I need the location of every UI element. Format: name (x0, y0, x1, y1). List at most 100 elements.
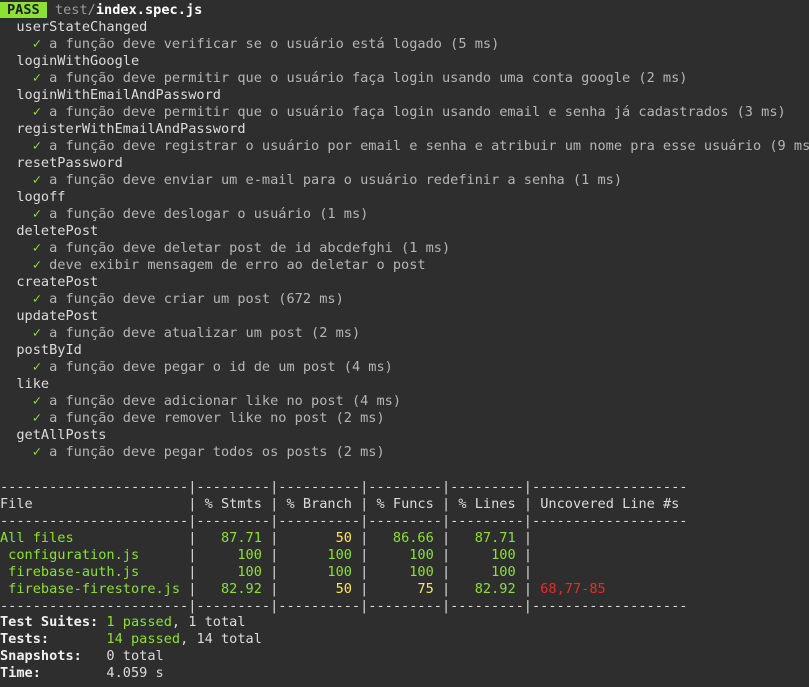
test-case-text: a função deve registrar o usuário por em… (49, 138, 809, 154)
cell-stmts: 100 (196, 564, 271, 580)
suite-name: deletePost (0, 223, 98, 240)
suite-name-text: updatePost (16, 308, 99, 324)
test-case: ✓ a função deve permitir que o usuário f… (0, 70, 688, 87)
suite-name-text: logoff (16, 189, 66, 205)
cell-funcs: 100 (368, 564, 442, 580)
cell-file: firebase-firestore.js (0, 581, 189, 597)
suite-name: updatePost (0, 308, 98, 325)
test-case: ✓ a função deve permitir que o usuário f… (0, 104, 786, 121)
summary-tests-passed: 14 passed (106, 631, 181, 647)
check-icon: ✓ (32, 393, 41, 409)
test-case: ✓ deve exibir mensagem de erro ao deleta… (0, 257, 426, 274)
suite-name-text: deletePost (16, 223, 99, 239)
coverage-row: All files | 87.71 | 50 | 86.66 | 87.71 | (0, 530, 540, 547)
test-case-text: a função deve deslogar o usuário (1 ms) (49, 206, 369, 222)
cell-funcs: % Funcs (368, 496, 442, 512)
suite-name: postById (0, 342, 82, 359)
coverage-row: firebase-auth.js | 100 | 100 | 100 | 100… (0, 564, 540, 581)
summary-tests-label: Tests: (0, 631, 50, 647)
coverage-separator: -----------------------|---------|------… (0, 513, 688, 529)
coverage-header-row: File | % Stmts | % Branch | % Funcs | % … (0, 496, 680, 512)
cell-stmts: % Stmts (196, 496, 271, 512)
suite-name-text: resetPassword (16, 155, 123, 171)
check-icon: ✓ (32, 257, 41, 273)
cell-stmts: 82.92 (196, 581, 271, 597)
summary-time: Time: 4.059 s (0, 665, 164, 682)
check-icon: ✓ (32, 410, 41, 426)
check-icon: ✓ (32, 138, 41, 154)
summary-tests-total: , 14 total (180, 631, 262, 647)
summary-suites-label: Test Suites: (0, 614, 99, 630)
test-case-text: a função deve verificar se o usuário est… (49, 36, 500, 52)
cell-branch: 50 (278, 530, 361, 546)
suite-name-text: userStateChanged (16, 19, 148, 35)
suite-name-text: postById (16, 342, 82, 358)
summary-suites-passed: 1 passed (106, 614, 172, 630)
check-icon: ✓ (32, 206, 41, 222)
check-icon: ✓ (32, 172, 41, 188)
cell-lines: 100 (450, 564, 524, 580)
cell-branch: 100 (278, 547, 361, 563)
suite-name: userStateChanged (0, 19, 147, 36)
test-case: ✓ a função deve criar um post (672 ms) (0, 291, 344, 308)
test-case: ✓ a função deve registrar o usuário por … (0, 138, 809, 155)
test-case-text: a função deve permitir que o usuário faç… (49, 70, 688, 86)
coverage-separator: -----------------------|---------|------… (0, 479, 688, 495)
test-case: ✓ a função deve pegar o id de um post (4… (0, 359, 393, 376)
coverage-row: configuration.js | 100 | 100 | 100 | 100… (0, 547, 540, 564)
check-icon: ✓ (32, 444, 41, 460)
suite-name: like (0, 376, 49, 393)
cell-uncovered (532, 564, 540, 580)
cell-stmts: 87.71 (196, 530, 271, 546)
cell-branch: % Branch (278, 496, 361, 512)
test-case-text: a função deve permitir que o usuário faç… (49, 104, 786, 120)
cell-uncovered (532, 547, 540, 563)
suite-name-text: registerWithEmailAndPassword (16, 121, 246, 137)
summary-suites-total: , 1 total (171, 614, 246, 630)
cell-branch: 50 (278, 581, 361, 597)
suite-name-text: createPost (16, 274, 99, 290)
summary-snapshots-value: 0 total (106, 648, 164, 664)
test-case-text: a função deve atualizar um post (2 ms) (49, 325, 361, 341)
summary-time-label: Time: (0, 665, 41, 681)
suite-name-text: loginWithEmailAndPassword (16, 87, 221, 103)
test-case-text: a função deve remover like no post (2 ms… (49, 410, 385, 426)
suite-name: logoff (0, 189, 65, 206)
suite-name: createPost (0, 274, 98, 291)
cell-uncovered: Uncovered Line #s (532, 496, 680, 512)
summary-suites: Test Suites: 1 passed, 1 total (0, 614, 246, 631)
test-case-text: deve exibir mensagem de erro ao deletar … (49, 257, 426, 273)
cell-lines: 82.92 (450, 581, 524, 597)
cell-lines: % Lines (450, 496, 524, 512)
check-icon: ✓ (32, 291, 41, 307)
test-path-file: index.spec.js (95, 2, 203, 18)
test-case: ✓ a função deve remover like no post (2 … (0, 410, 385, 427)
cell-file: configuration.js (0, 547, 189, 563)
summary-snapshots-label: Snapshots: (0, 648, 82, 664)
coverage-separator: -----------------------|---------|------… (0, 598, 688, 614)
coverage-row: firebase-firestore.js | 82.92 | 50 | 75 … (0, 581, 606, 597)
suite-name: registerWithEmailAndPassword (0, 121, 246, 138)
suite-name-text: getAllPosts (16, 427, 107, 443)
test-path-dir: test/ (54, 2, 96, 18)
summary-snapshots: Snapshots: 0 total (0, 648, 164, 665)
test-case: ✓ a função deve verificar se o usuário e… (0, 36, 500, 53)
cell-uncovered (532, 530, 540, 546)
test-case: ✓ a função deve adicionar like no post (… (0, 393, 401, 410)
test-case-text: a função deve pegar todos os posts (2 ms… (49, 444, 385, 460)
test-case: ✓ a função deve pegar todos os posts (2 … (0, 444, 385, 461)
check-icon: ✓ (32, 325, 41, 341)
test-case-text: a função deve deletar post de id abcdefg… (49, 240, 451, 256)
cell-stmts: 100 (196, 547, 271, 563)
cell-funcs: 75 (368, 581, 442, 597)
cell-funcs: 86.66 (368, 530, 442, 546)
cell-lines: 100 (450, 547, 524, 563)
pass-badge: PASS (0, 2, 47, 18)
suite-name: resetPassword (0, 155, 123, 172)
check-icon: ✓ (32, 240, 41, 256)
test-case-text: a função deve criar um post (672 ms) (49, 291, 344, 307)
check-icon: ✓ (32, 70, 41, 86)
cell-funcs: 100 (368, 547, 442, 563)
suite-name: loginWithGoogle (0, 53, 139, 70)
test-case-text: a função deve enviar um e-mail para o us… (49, 172, 623, 188)
